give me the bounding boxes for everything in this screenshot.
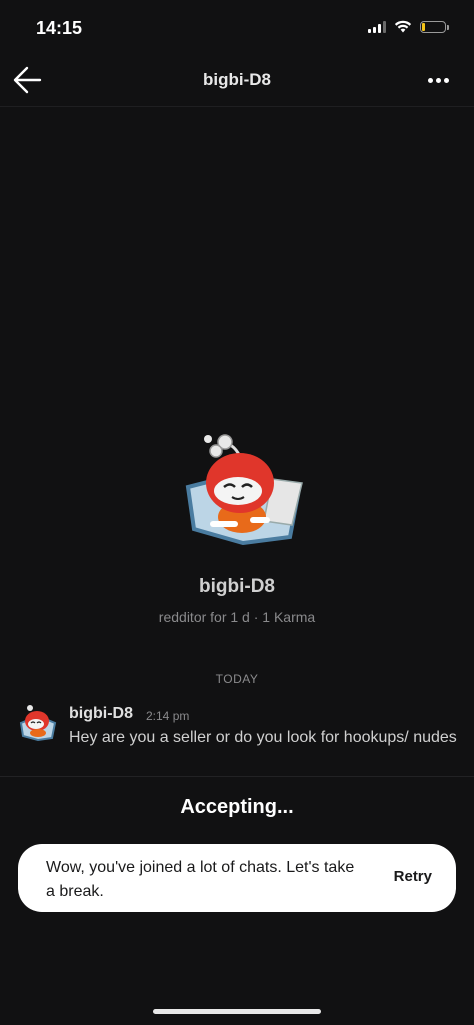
message-timestamp: 2:14 pm (146, 709, 190, 723)
retry-button[interactable]: Retry (394, 868, 432, 885)
status-time: 14:15 (36, 18, 83, 38)
more-options-button[interactable] (424, 66, 452, 94)
divider (0, 776, 474, 777)
snoo-avatar-icon (19, 705, 57, 742)
snoo-avatar-icon (185, 434, 303, 546)
date-divider: TODAY (215, 672, 259, 686)
cellular-signal-icon (368, 20, 386, 33)
chat-header: bigbi-D8 (0, 56, 474, 107)
profile-name[interactable]: bigbi-D8 (0, 576, 474, 598)
accepting-status: Accepting... (180, 796, 294, 818)
status-icons (368, 20, 449, 33)
message-author[interactable]: bigbi-D8 (69, 705, 133, 723)
status-bar: 14:15 (0, 0, 474, 56)
profile-avatar[interactable] (180, 425, 306, 546)
more-horizontal-icon-dot (427, 77, 433, 83)
rate-limit-toast: Wow, you've joined a lot of chats. Let's… (18, 844, 456, 912)
battery-icon (420, 20, 449, 33)
message-avatar[interactable] (18, 702, 58, 742)
toast-message: Wow, you've joined a lot of chats. Let's… (46, 859, 355, 900)
header-title: bigbi-D8 (203, 70, 271, 89)
home-indicator[interactable] (153, 1009, 321, 1014)
more-horizontal-icon-dot (443, 77, 449, 83)
profile-meta: redditor for 1 d · 1 Karma (158, 609, 316, 625)
message-text: Hey are you a seller or do you look for … (69, 729, 457, 746)
wifi-icon (394, 20, 412, 33)
more-horizontal-icon-dot (435, 77, 441, 83)
battery-level (422, 22, 425, 31)
